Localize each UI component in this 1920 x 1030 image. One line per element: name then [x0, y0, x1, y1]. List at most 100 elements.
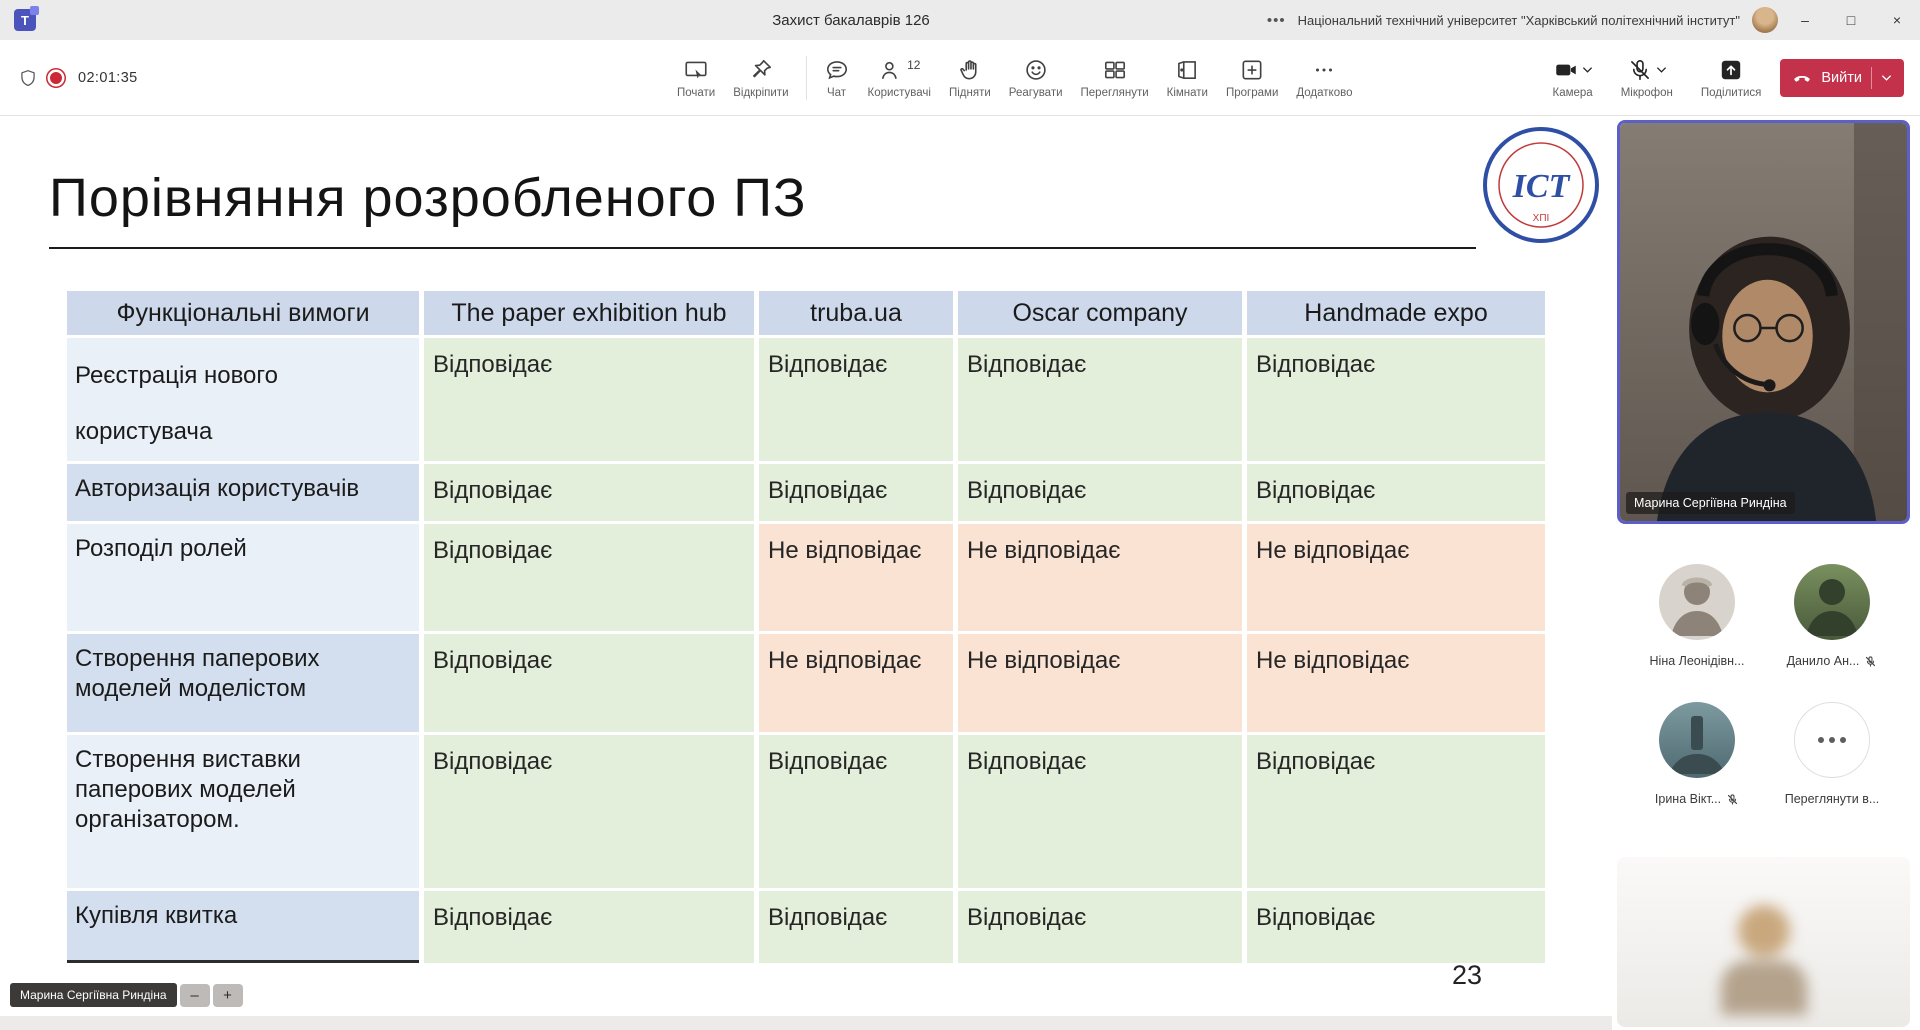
recording-dot-icon: [50, 72, 62, 84]
smiley-icon: [1023, 57, 1049, 83]
titlebar-right: ••• Національний технічний університет "…: [1267, 0, 1778, 40]
shared-screen-slide: Порівняння розробленого ПЗ ІСТ ХПІ Функц…: [0, 117, 1612, 1030]
table-header-row: Функціональні вимоги The paper exhibitio…: [67, 291, 1545, 335]
value-cell: Відповідає: [958, 338, 1242, 461]
main-video-tile[interactable]: Марина Сергіївна Риндіна: [1617, 120, 1910, 524]
window-controls: – □ ×: [1782, 0, 1920, 40]
meeting-timer: 02:01:35: [78, 70, 138, 86]
table-row: Розподіл ролей Відповідає Не відповідає …: [67, 524, 1545, 631]
avatar: [1659, 702, 1735, 778]
participant-count-badge: 12: [907, 58, 920, 72]
secondary-video-tile[interactable]: [1617, 857, 1910, 1027]
rooms-icon: [1174, 57, 1200, 83]
table-row: Купівля квитка Відповідає Відповідає Від…: [67, 891, 1545, 963]
svg-text:ІСТ: ІСТ: [1512, 168, 1571, 205]
mic-muted-icon: [1726, 793, 1739, 806]
mic-muted-icon: [1864, 655, 1877, 668]
org-name: Національний технічний університет "Харк…: [1298, 13, 1740, 28]
maximize-button[interactable]: □: [1828, 0, 1874, 40]
react-button[interactable]: Реагувати: [1000, 57, 1072, 99]
microphone-button[interactable]: Мікрофон: [1612, 57, 1682, 99]
value-cell: Відповідає: [958, 891, 1242, 963]
leave-button[interactable]: Вийти: [1780, 59, 1904, 97]
toolbar-divider: [806, 56, 807, 100]
value-cell: Відповідає: [424, 735, 754, 888]
overflow-participants-tile[interactable]: Переглянути в...: [1766, 702, 1898, 806]
participant-name: Ірина Вікт...: [1631, 792, 1763, 806]
titlebar: T Захист бакалаврів 126 ••• Національний…: [0, 0, 1920, 40]
camera-icon: [1553, 57, 1579, 83]
value-cell: Не відповідає: [759, 524, 953, 631]
toolbar-center: Почати Відкріпити Чат 12 Користувачі Пі: [668, 40, 1362, 116]
raise-hand-icon: [957, 57, 983, 83]
start-presenting-button[interactable]: Почати: [668, 57, 724, 99]
toolbar-device-controls: Камера Мікрофон Поділитися Вийти: [1544, 40, 1904, 116]
apps-button[interactable]: Програми: [1217, 57, 1287, 99]
value-cell: Відповідає: [759, 464, 953, 521]
zoom-out-button[interactable]: –: [180, 984, 210, 1007]
more-options-button[interactable]: Додатково: [1287, 57, 1361, 99]
teams-meeting-window: T Захист бакалаврів 126 ••• Національний…: [0, 0, 1920, 1030]
minimize-button[interactable]: –: [1782, 0, 1828, 40]
participant-tile[interactable]: Ніна Леонідівн...: [1631, 564, 1763, 668]
feature-cell: Розподіл ролей: [67, 524, 419, 631]
value-cell: Не відповідає: [958, 634, 1242, 732]
meeting-title: Захист бакалаврів 126: [772, 0, 930, 40]
close-button[interactable]: ×: [1874, 0, 1920, 40]
mic-muted-icon: [1627, 57, 1653, 83]
value-cell: Відповідає: [424, 891, 754, 963]
value-cell: Не відповідає: [759, 634, 953, 732]
title-underline: [49, 247, 1476, 249]
chat-button[interactable]: Чат: [815, 57, 859, 99]
recording-status: 02:01:35: [18, 40, 138, 116]
slide-title: Порівняння розробленого ПЗ: [49, 167, 807, 229]
unpin-button[interactable]: Відкріпити: [724, 57, 797, 99]
slide-page-number: 23: [1452, 960, 1482, 991]
grid-view-icon: [1102, 57, 1128, 83]
table-row: Авторизація користувачів Відповідає Відп…: [67, 464, 1545, 521]
column-header: Функціональні вимоги: [67, 291, 419, 335]
more-participants-icon[interactable]: [1794, 702, 1870, 778]
bottom-strip: [0, 1016, 1612, 1030]
presenter-name-label: Марина Сергіївна Риндіна: [10, 983, 177, 1007]
zoom-in-button[interactable]: +: [213, 984, 243, 1007]
value-cell: Відповідає: [958, 735, 1242, 888]
value-cell: Відповідає: [1247, 338, 1545, 461]
people-icon: [878, 57, 904, 83]
value-cell: Відповідає: [424, 464, 754, 521]
camera-button[interactable]: Камера: [1544, 57, 1602, 99]
share-button[interactable]: Поділитися: [1692, 57, 1770, 99]
shield-icon: [18, 68, 38, 88]
value-cell: Відповідає: [958, 464, 1242, 521]
value-cell: Відповідає: [759, 891, 953, 963]
feature-cell: Авторизація користувачів: [67, 464, 419, 521]
ellipsis-icon: [1311, 57, 1337, 83]
chevron-down-icon[interactable]: [1881, 74, 1892, 82]
table-row: Реєстрація нового користувача Відповідає…: [67, 338, 1545, 461]
column-header: Oscar company: [958, 291, 1242, 335]
share-tray-icon: [1718, 57, 1744, 83]
participant-name: Ніна Леонідівн...: [1631, 654, 1763, 668]
chevron-down-icon[interactable]: [1656, 66, 1667, 74]
rooms-button[interactable]: Кімнати: [1158, 57, 1217, 99]
value-cell: Відповідає: [1247, 735, 1545, 888]
value-cell: Не відповідає: [958, 524, 1242, 631]
teams-app-icon: T: [14, 9, 36, 31]
apps-plus-icon: [1239, 57, 1265, 83]
participant-tile[interactable]: Данило Ан...: [1766, 564, 1898, 668]
chevron-down-icon[interactable]: [1582, 66, 1593, 74]
raise-hand-button[interactable]: Підняти: [940, 57, 1000, 99]
participants-button[interactable]: 12 Користувачі: [859, 57, 940, 99]
view-button[interactable]: Переглянути: [1072, 57, 1158, 99]
user-avatar[interactable]: [1752, 7, 1778, 33]
blurred-participant: [1721, 905, 1807, 1015]
university-logo: ІСТ ХПІ: [1481, 125, 1601, 245]
value-cell: Відповідає: [759, 338, 953, 461]
column-header: truba.ua: [759, 291, 953, 335]
participant-tile[interactable]: Ірина Вікт...: [1631, 702, 1763, 806]
chat-icon: [824, 57, 850, 83]
feature-cell: Створення виставки паперових моделей орг…: [67, 735, 419, 888]
feature-cell: Купівля квитка: [67, 891, 419, 963]
titlebar-more-icon[interactable]: •••: [1267, 12, 1286, 29]
feature-cell: Реєстрація нового користувача: [67, 338, 419, 461]
